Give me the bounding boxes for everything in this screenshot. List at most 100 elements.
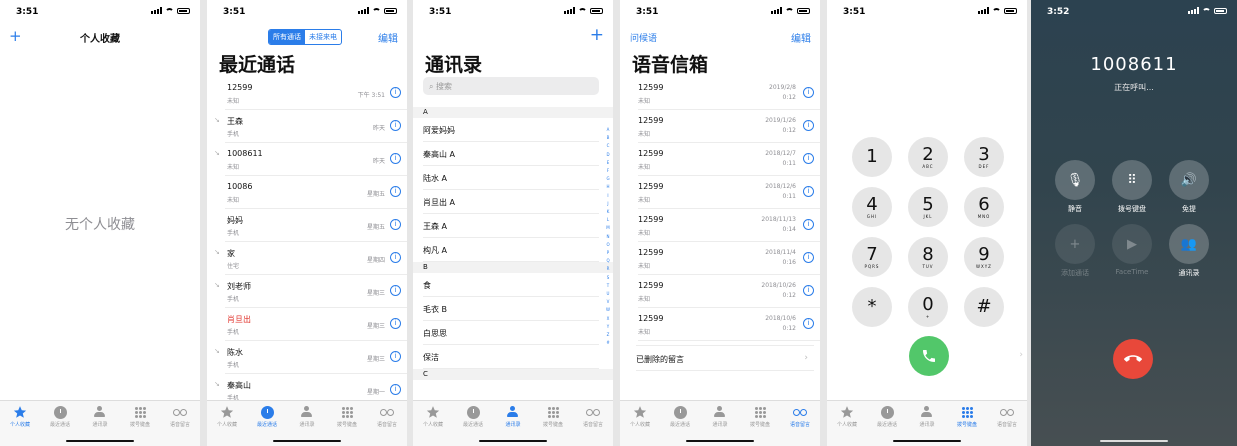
index-letter[interactable]: X: [607, 315, 610, 323]
index-letter[interactable]: C: [607, 142, 610, 150]
info-icon[interactable]: i: [803, 219, 814, 230]
voicemail-row[interactable]: 12599 未知 2018/10/26 0:12 i: [638, 275, 820, 308]
end-call-button[interactable]: [1113, 339, 1153, 379]
key-button[interactable]: #: [964, 287, 1004, 327]
index-letter[interactable]: R: [607, 265, 610, 273]
tab-keypad[interactable]: 拨号键盘: [121, 405, 159, 428]
voicemail-row[interactable]: 12599 未知 2018/12/6 0:11 i: [638, 176, 820, 209]
tab-contacts[interactable]: 通讯录: [494, 405, 532, 428]
info-icon[interactable]: i: [803, 120, 814, 131]
index-letter[interactable]: Z: [607, 331, 610, 339]
tab-favorites[interactable]: 个人收藏: [828, 405, 866, 428]
tab-contacts[interactable]: 通讯录: [908, 405, 946, 428]
key-button[interactable]: 6 MNO: [964, 187, 1004, 227]
info-icon[interactable]: i: [803, 285, 814, 296]
voicemail-row[interactable]: 12599 未知 2019/1/26 0:12 i: [638, 110, 820, 143]
voicemail-row[interactable]: 12599 未知 2018/11/4 0:16 i: [638, 242, 820, 275]
recent-call-row[interactable]: ↘ 刘老师 手机 星期三 i: [214, 275, 407, 308]
key-button[interactable]: 5 JKL: [908, 187, 948, 227]
info-icon[interactable]: i: [803, 252, 814, 263]
tab-favorites[interactable]: 个人收藏: [1, 405, 39, 428]
index-letter[interactable]: H: [607, 183, 610, 191]
info-icon[interactable]: i: [390, 153, 401, 164]
index-letter[interactable]: E: [607, 159, 610, 167]
add-contact-button[interactable]: +: [590, 25, 604, 45]
key-button[interactable]: 9 WXYZ: [964, 237, 1004, 277]
tab-voicemail[interactable]: 语音留言: [574, 405, 612, 428]
info-icon[interactable]: i: [390, 318, 401, 329]
tab-favorites[interactable]: 个人收藏: [208, 405, 246, 428]
index-letter[interactable]: A: [607, 126, 610, 134]
search-input[interactable]: ⌕ 搜索: [423, 77, 599, 95]
index-letter[interactable]: L: [607, 216, 609, 224]
info-icon[interactable]: i: [390, 351, 401, 362]
mic-button[interactable]: 🎙 静音: [1055, 160, 1095, 214]
index-letter[interactable]: N: [607, 233, 610, 241]
greeting-button[interactable]: 问候语: [630, 31, 657, 44]
info-icon[interactable]: i: [803, 186, 814, 197]
index-letter[interactable]: F: [607, 167, 609, 175]
index-letter[interactable]: P: [607, 249, 609, 257]
key-button[interactable]: *: [852, 287, 892, 327]
info-icon[interactable]: i: [390, 120, 401, 131]
index-letter[interactable]: B: [607, 134, 610, 142]
segment-all-calls[interactable]: 所有通话: [269, 30, 305, 44]
info-icon[interactable]: i: [803, 87, 814, 98]
key-button[interactable]: 3 DEF: [964, 137, 1004, 177]
contact-row[interactable]: 白思思: [423, 321, 599, 345]
info-icon[interactable]: i: [390, 252, 401, 263]
contact-row[interactable]: 陆水 A: [423, 166, 599, 190]
tab-contacts[interactable]: 通讯录: [701, 405, 739, 428]
tab-keypad[interactable]: 拨号键盘: [328, 405, 366, 428]
contact-row[interactable]: 王森 A: [423, 214, 599, 238]
key-button[interactable]: 7 PQRS: [852, 237, 892, 277]
index-letter[interactable]: K: [607, 208, 610, 216]
tab-recents[interactable]: 最近通话: [868, 405, 906, 428]
key-button[interactable]: 8 TUV: [908, 237, 948, 277]
contact-row[interactable]: 秦高山 A: [423, 142, 599, 166]
tab-favorites[interactable]: 个人收藏: [414, 405, 452, 428]
recent-call-row[interactable]: ↘ 陈水 手机 星期三 i: [214, 341, 407, 374]
index-letter[interactable]: G: [606, 175, 609, 183]
segment-missed-calls[interactable]: 未接来电: [305, 30, 341, 44]
recent-call-row[interactable]: ↘ 1008611 未知 昨天 i: [214, 143, 407, 176]
edit-button[interactable]: 编辑: [378, 30, 398, 45]
key-button[interactable]: 0 +: [908, 287, 948, 327]
index-letter[interactable]: Q: [606, 257, 609, 265]
keypad-button[interactable]: ⠿ 拨号键盘: [1112, 160, 1152, 214]
index-letter[interactable]: U: [607, 290, 610, 298]
tab-recents[interactable]: 最近通话: [248, 405, 286, 428]
index-letter[interactable]: J: [607, 200, 608, 208]
contact-row[interactable]: 肖旦出 A: [423, 190, 599, 214]
contact-row[interactable]: 保洁: [423, 345, 599, 369]
key-button[interactable]: 4 GHI: [852, 187, 892, 227]
tab-contacts[interactable]: 通讯录: [288, 405, 326, 428]
index-letter[interactable]: W: [606, 306, 610, 314]
tab-voicemail[interactable]: 语音留言: [161, 405, 199, 428]
index-letter[interactable]: M: [606, 224, 609, 232]
tab-voicemail[interactable]: 语音留言: [368, 405, 406, 428]
contact-row[interactable]: 构凡 A: [423, 238, 599, 262]
index-letter[interactable]: #: [606, 339, 609, 347]
contact-row[interactable]: 食: [423, 273, 599, 297]
tab-voicemail[interactable]: 语音留言: [988, 405, 1026, 428]
speaker-button[interactable]: 🔊 免提: [1169, 160, 1209, 214]
key-button[interactable]: 1: [852, 137, 892, 177]
contacts-button[interactable]: 👥 通讯录: [1169, 224, 1209, 278]
recent-call-row[interactable]: ↘ 家住宅 星期四 i: [214, 242, 407, 275]
tab-keypad[interactable]: 拨号键盘: [534, 405, 572, 428]
info-icon[interactable]: i: [390, 186, 401, 197]
key-button[interactable]: 2 ABC: [908, 137, 948, 177]
index-letter[interactable]: T: [607, 282, 609, 290]
edit-button[interactable]: 编辑: [791, 30, 811, 45]
index-letter[interactable]: Y: [607, 323, 609, 331]
recent-call-row[interactable]: 12599 未知 下午 3:51 i: [225, 77, 407, 110]
recent-call-row[interactable]: 妈妈 手机 星期五 i: [225, 209, 407, 242]
voicemail-row[interactable]: 12599 未知 2018/12/7 0:11 i: [638, 143, 820, 176]
info-icon[interactable]: i: [390, 87, 401, 98]
tab-recents[interactable]: 最近通话: [41, 405, 79, 428]
voicemail-row[interactable]: 12599 未知 2019/2/8 0:12 i: [638, 77, 820, 110]
tab-favorites[interactable]: 个人收藏: [621, 405, 659, 428]
info-icon[interactable]: i: [390, 285, 401, 296]
recent-call-row[interactable]: ↘ 王森 手机 昨天 i: [214, 110, 407, 143]
